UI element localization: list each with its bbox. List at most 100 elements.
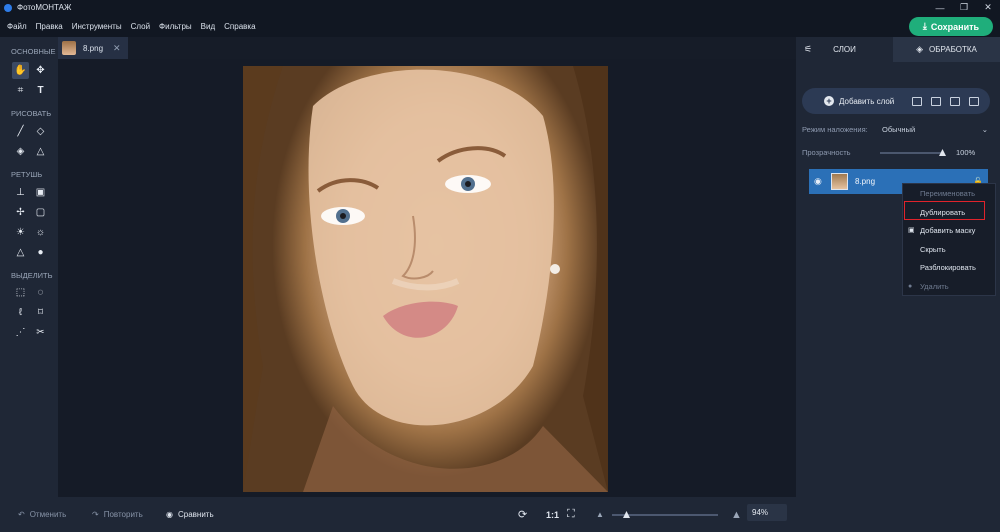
menu-filters[interactable]: Фильтры (159, 22, 192, 31)
close-tab-icon[interactable]: ✕ (113, 43, 121, 54)
stamp-tool-icon[interactable]: ⊥ (12, 184, 29, 201)
redo-label: Повторить (103, 510, 143, 519)
tab-layers-label: СЛОИ (833, 45, 856, 54)
blur-tool-icon[interactable]: ● (32, 244, 49, 261)
eye-icon: ◉ (166, 510, 173, 519)
menu-add-mask[interactable]: ▣ Добавить маску (903, 221, 997, 239)
opacity-slider-track[interactable] (880, 152, 944, 154)
save-button[interactable]: ⤓ Сохранить (909, 17, 993, 36)
minimize-icon[interactable]: — (928, 0, 952, 15)
eye-visibility-icon[interactable]: ◉ (814, 176, 822, 187)
healing-tool-icon[interactable]: ✢ (12, 204, 29, 221)
frame-tool-icon[interactable]: ▢ (32, 204, 49, 221)
menu-tools[interactable]: Инструменты (72, 22, 122, 31)
document-tabs: 8.png ✕ (58, 37, 796, 59)
menu-view[interactable]: Вид (201, 22, 215, 31)
tools-panel: ОСНОВНЫЕ ✋ ✥ ⌗ T РИСОВАТЬ ╱ ◇ ◈ △ РЕТУШЬ… (0, 37, 58, 497)
trash-icon[interactable] (969, 96, 980, 106)
menu-unlock[interactable]: Разблокировать (903, 258, 997, 276)
document-name: 8.png (83, 43, 104, 53)
blend-mode-select[interactable]: Обычный ⌄ (882, 125, 988, 138)
menu-add-mask-label: Добавить маску (920, 225, 976, 235)
zoom-value[interactable]: 94% (747, 504, 787, 521)
move-tool-icon[interactable]: ✥ (32, 62, 49, 79)
redo-icon: ↷ (92, 510, 99, 519)
bottom-toolbar: ↶ Отменить ↷ Повторить ◉ Сравнить ⟳ 1:1 … (0, 497, 1000, 532)
layer-name: 8.png (855, 177, 876, 186)
compare-label: Сравнить (177, 510, 214, 519)
dodge-tool-icon[interactable]: ☀ (12, 224, 29, 241)
section-retouch: РЕТУШЬ (11, 170, 43, 179)
crop-tool-icon[interactable]: ⌗ (12, 82, 29, 99)
zoom-in-mountain-icon[interactable]: ▲ (731, 497, 742, 532)
app-logo-icon (4, 3, 12, 12)
save-label: Сохранить (930, 21, 980, 32)
lasso-select-icon[interactable]: ℓ (12, 304, 29, 321)
menu-bar: Файл Правка Инструменты Слой Фильтры Вид… (0, 15, 1000, 37)
blend-mode-value: Обычный (882, 125, 916, 134)
undo-button[interactable]: ↶ Отменить (18, 497, 66, 532)
context-menu: Переименовать Дублировать ▣ Добавить мас… (902, 183, 996, 296)
menu-edit[interactable]: Правка (36, 22, 63, 31)
section-draw: РИСОВАТЬ (11, 109, 52, 118)
zoom-out-mountain-icon[interactable]: ▲ (596, 497, 604, 532)
sharpen-tool-icon[interactable]: △ (12, 244, 29, 261)
opacity-value[interactable]: 100% (956, 148, 975, 157)
menu-delete-label: Удалить (920, 281, 949, 291)
folder-icon[interactable] (931, 96, 942, 106)
brush-tool-icon[interactable]: ╱ (12, 123, 29, 140)
add-mask-icon[interactable] (912, 96, 923, 106)
magic-wand-icon[interactable]: ⋰ (12, 324, 29, 341)
smart-select-icon[interactable]: ✂ (32, 324, 49, 341)
fit-screen-icon[interactable]: ⛶ (567, 497, 575, 532)
document-tab[interactable]: 8.png ✕ (58, 37, 128, 59)
opacity-label: Прозрачность (802, 148, 851, 157)
app-title: ФотоМОНТАЖ (17, 3, 72, 12)
undo-label: Отменить (29, 510, 67, 519)
restore-icon[interactable]: ❐ (952, 0, 976, 15)
menu-hide[interactable]: Скрыть (903, 240, 997, 258)
fill-tool-icon[interactable]: ◈ (12, 143, 29, 160)
section-select: ВЫДЕЛИТЬ (11, 271, 53, 280)
ellipse-select-icon[interactable]: ◌ (32, 284, 49, 301)
menu-file[interactable]: Файл (7, 22, 27, 31)
burn-tool-icon[interactable]: ☼ (32, 224, 49, 241)
poly-lasso-icon[interactable]: ⌑ (32, 304, 49, 321)
layer-thumbnail (831, 173, 848, 190)
tab-processing[interactable]: ◈ ОБРАБОТКА (893, 37, 1000, 62)
mask-icon: ▣ (908, 227, 915, 234)
compare-button[interactable]: ◉ Сравнить (166, 497, 214, 532)
patch-tool-icon[interactable]: ▣ (32, 184, 49, 201)
download-icon: ⤓ (922, 21, 927, 31)
portrait-illustration (243, 66, 608, 492)
layers-stack-icon: ◈ (916, 44, 924, 54)
tab-layers[interactable]: ⚟ СЛОИ (796, 37, 893, 62)
actual-size-button[interactable]: 1:1 (546, 497, 559, 532)
section-basic: ОСНОВНЫЕ (11, 47, 56, 56)
zoom-percent: 94% (752, 508, 769, 517)
undo-icon: ↶ (18, 510, 25, 519)
portrait-photo[interactable] (243, 66, 608, 492)
close-window-icon[interactable]: ✕ (976, 0, 1000, 15)
menu-layer[interactable]: Слой (131, 22, 150, 31)
layer-actions-bar: + Добавить слой (802, 88, 990, 114)
add-layer-label: Добавить слой (839, 96, 895, 106)
menu-rename[interactable]: Переименовать (903, 184, 997, 202)
eraser-tool-icon[interactable]: ◇ (32, 123, 49, 140)
menu-delete[interactable]: ● Удалить (903, 277, 997, 295)
document-thumbnail (62, 41, 76, 55)
highlight-box (904, 201, 985, 220)
rect-select-icon[interactable]: ⬚ (12, 284, 29, 301)
redo-button[interactable]: ↷ Повторить (92, 497, 143, 532)
auto-fit-icon[interactable]: ⟳ (518, 497, 527, 532)
delete-icon: ● (908, 282, 913, 290)
hand-tool-icon[interactable]: ✋ (12, 62, 29, 79)
menu-help[interactable]: Справка (224, 22, 255, 31)
duplicate-icon[interactable] (950, 96, 961, 106)
blend-mode-label: Режим наложения: (802, 125, 868, 134)
shapes-tool-icon[interactable]: △ (32, 143, 49, 160)
title-bar: ФотоМОНТАЖ — ❐ ✕ (0, 0, 1000, 15)
add-layer-button[interactable]: + Добавить слой (824, 96, 894, 106)
text-tool-icon[interactable]: T (32, 82, 49, 99)
plus-icon: + (824, 96, 834, 106)
